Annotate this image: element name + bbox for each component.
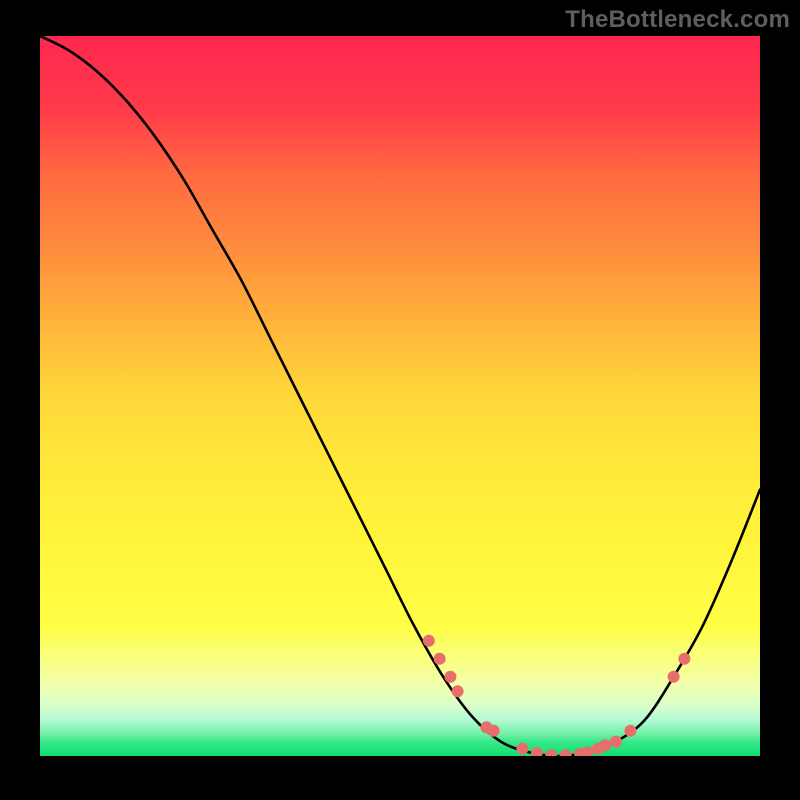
curve-marker xyxy=(545,749,557,756)
curve-marker xyxy=(668,671,680,683)
curve-marker xyxy=(423,635,435,647)
curve-marker xyxy=(678,653,690,665)
curve-marker xyxy=(581,746,593,756)
chart-root: TheBottleneck.com xyxy=(0,0,800,800)
curve-marker xyxy=(452,685,464,697)
plot-area xyxy=(40,36,760,756)
curve-marker xyxy=(434,653,446,665)
curve-marker xyxy=(599,739,611,751)
curve-marker xyxy=(531,747,543,756)
curve-marker xyxy=(488,725,500,737)
curve-marker xyxy=(516,743,528,755)
curve-marker xyxy=(624,725,636,737)
curve-marker xyxy=(560,749,572,756)
curve-marker xyxy=(610,736,622,748)
curve-dots xyxy=(423,635,691,756)
curve-marker xyxy=(444,671,456,683)
curve-svg xyxy=(40,36,760,756)
curve-path xyxy=(40,36,760,756)
watermark-text: TheBottleneck.com xyxy=(565,6,790,34)
